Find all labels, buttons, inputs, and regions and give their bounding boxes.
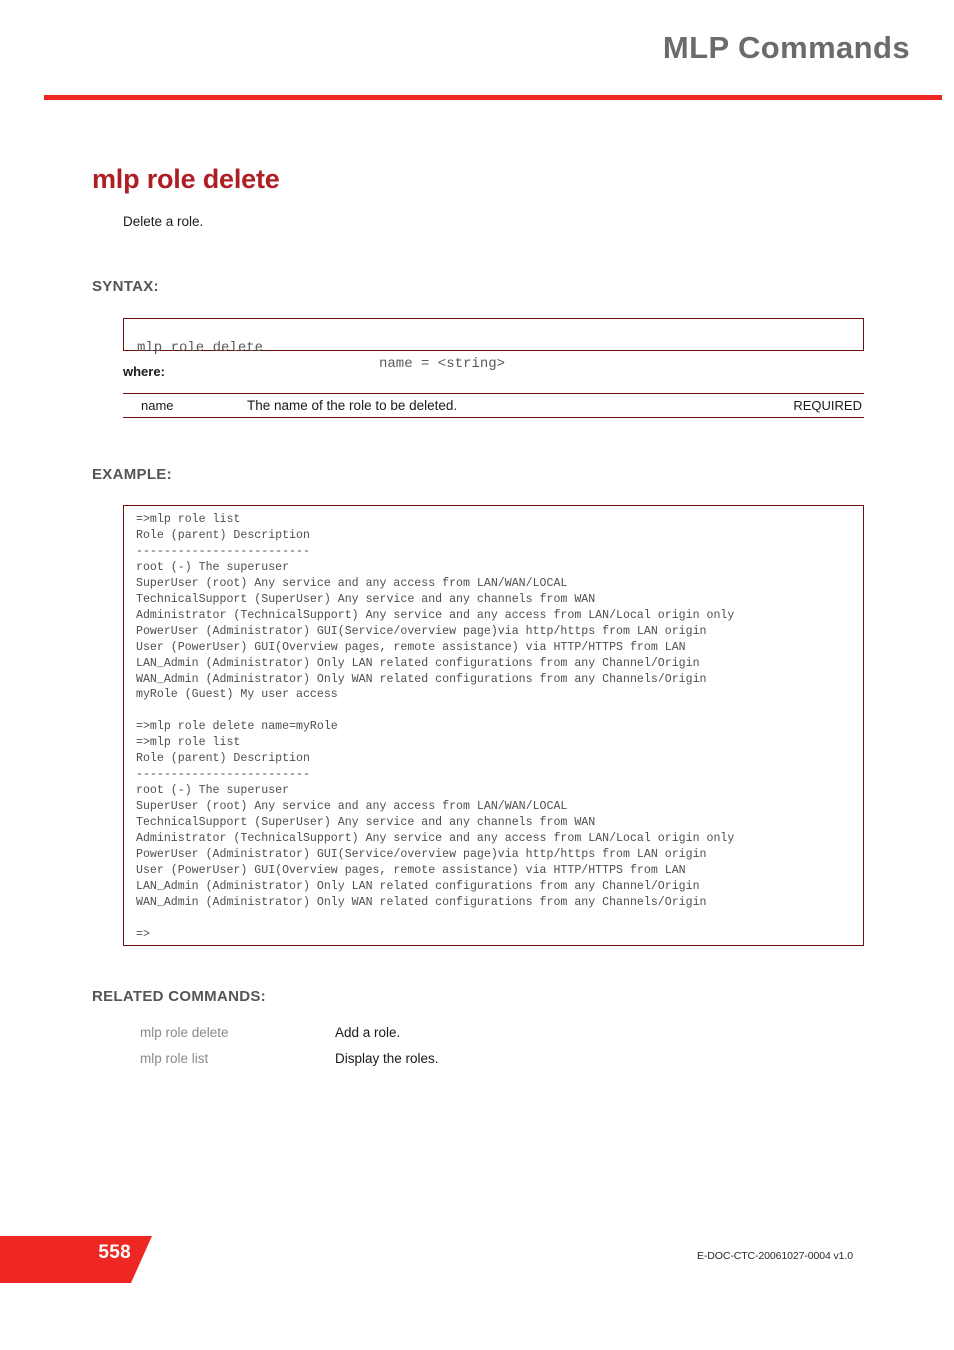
parameter-requirement: REQUIRED — [793, 398, 862, 413]
example-code-box: =>mlp role list Role (parent) Descriptio… — [123, 505, 864, 946]
page-header: MLP Commands — [0, 0, 954, 100]
parameter-table: name The name of the role to be deleted.… — [123, 393, 864, 418]
page-footer: 558 E-DOC-CTC-20061027-0004 v1.0 — [0, 1230, 954, 1350]
section-heading-example: EXAMPLE: — [92, 466, 172, 483]
page-title: mlp role delete — [92, 164, 280, 195]
related-command-description: Add a role. — [335, 1025, 401, 1040]
parameter-description: The name of the role to be deleted. — [247, 398, 458, 413]
document-id: E-DOC-CTC-20061027-0004 v1.0 — [697, 1250, 853, 1262]
syntax-code-box: mlp role delete name = <string> — [123, 318, 864, 372]
list-item: mlp role list Display the roles. — [140, 1051, 740, 1077]
table-row: name The name of the role to be deleted.… — [123, 394, 864, 419]
parameter-name: name — [141, 398, 174, 413]
where-label: where: — [123, 364, 165, 379]
related-command-name[interactable]: mlp role delete — [140, 1025, 229, 1040]
list-item: mlp role delete Add a role. — [140, 1025, 740, 1051]
section-heading-syntax: SYNTAX: — [92, 278, 159, 295]
syntax-command-text: mlp role delete — [137, 340, 264, 356]
example-console-output: =>mlp role list Role (parent) Descriptio… — [136, 513, 735, 941]
syntax-argument-text: name = <string> — [379, 356, 506, 372]
header-divider-rule — [44, 95, 942, 100]
page-header-title: MLP Commands — [662, 30, 910, 65]
related-commands-table: mlp role delete Add a role. mlp role lis… — [140, 1025, 740, 1077]
command-description: Delete a role. — [123, 214, 204, 229]
syntax-line: mlp role delete name = <string> — [124, 324, 863, 388]
page-number: 558 — [98, 1242, 131, 1263]
related-command-name[interactable]: mlp role list — [140, 1051, 208, 1066]
section-heading-related-commands: RELATED COMMANDS: — [92, 988, 266, 1005]
related-command-description: Display the roles. — [335, 1051, 439, 1066]
